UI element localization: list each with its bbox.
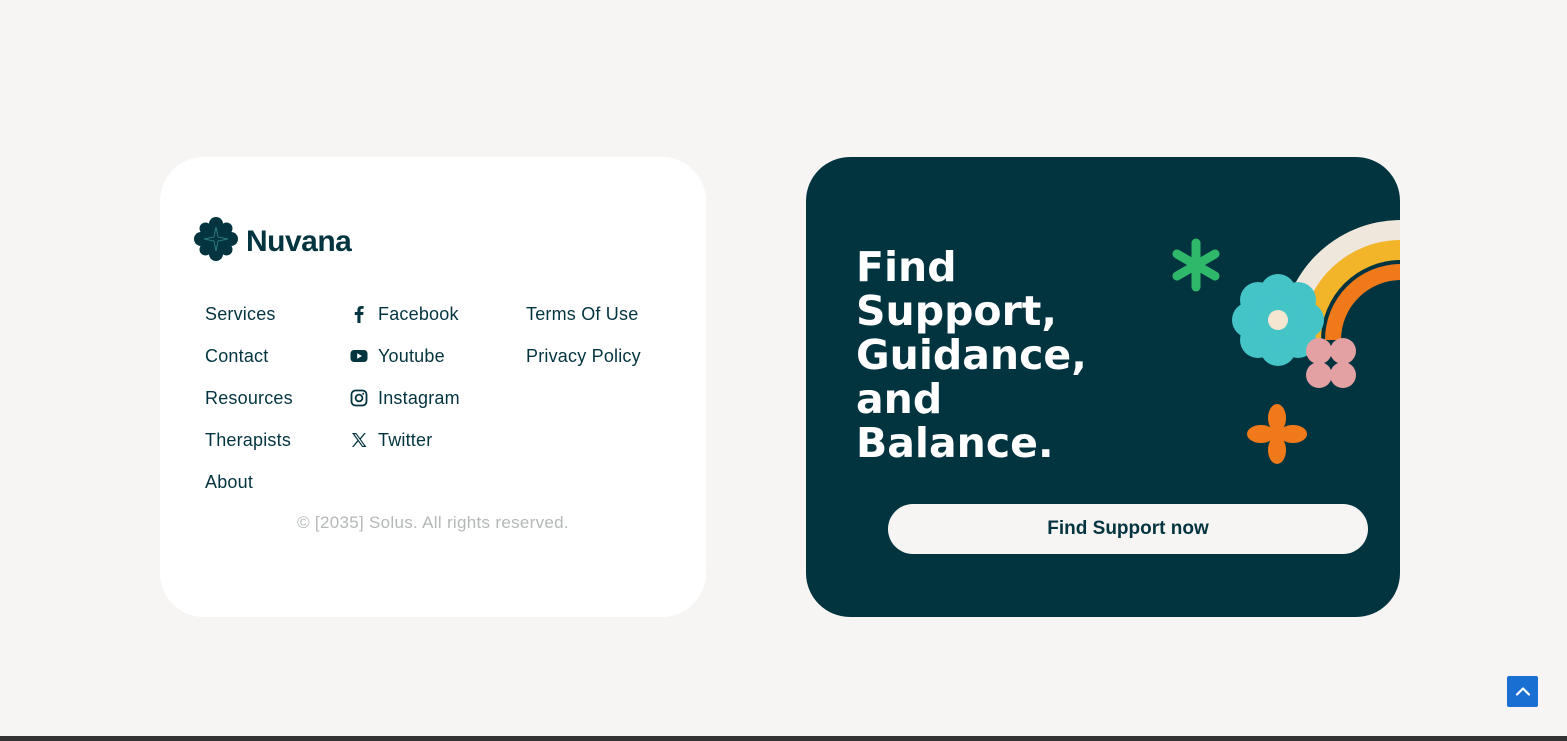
facebook-icon [350,305,368,323]
social-label: Facebook [378,303,459,324]
nav-link-therapists[interactable]: Therapists [205,419,293,461]
social-link-facebook[interactable]: Facebook [350,293,460,335]
social-link-instagram[interactable]: Instagram [350,377,460,419]
cta-heading-line: Balance. [856,419,1054,467]
nav-column-pages: Services Contact Resources Therapists Ab… [205,293,293,503]
cta-heading-line: Support, [856,287,1057,335]
cta-card: Find Support, Guidance, and Balance. Fin… [806,157,1400,617]
cta-heading-line: and [856,375,943,423]
cta-heading-line: Guidance, [856,331,1087,379]
nav-link-resources[interactable]: Resources [205,377,293,419]
footer-section: Nuvana Services Contact Resources Therap… [0,0,1567,741]
flowers-rainbow-illustration [1172,220,1400,464]
orange-flower-icon [1247,404,1307,464]
social-link-youtube[interactable]: Youtube [350,335,460,377]
scroll-to-top-button[interactable] [1507,676,1538,707]
arrow-up-icon [1515,686,1530,696]
social-link-twitter[interactable]: Twitter [350,419,460,461]
nav-link-terms[interactable]: Terms Of Use [526,293,641,335]
copyright-text: © [2035] Solus. All rights reserved. [297,513,569,532]
nav-column-legal: Terms Of Use Privacy Policy [526,293,641,377]
social-label: Twitter [378,429,433,450]
nav-link-contact[interactable]: Contact [205,335,293,377]
bottom-bar [0,736,1567,741]
youtube-icon [350,347,368,365]
brand-name: Nuvana [246,224,352,258]
find-support-button[interactable]: Find Support now [888,504,1368,554]
x-twitter-icon [350,431,368,449]
social-label: Youtube [378,345,445,366]
cta-heading-line: Find [856,243,957,291]
nuvana-logo-icon [194,217,238,266]
instagram-icon [350,389,368,407]
cta-heading: Find Support, Guidance, and Balance. [856,245,1156,465]
nav-link-privacy[interactable]: Privacy Policy [526,335,641,377]
nav-column-social: Facebook Youtube Instagram Twitter [350,293,460,461]
nav-link-about[interactable]: About [205,461,293,503]
green-asterisk-icon [1172,238,1220,292]
social-label: Instagram [378,387,460,408]
pink-clover-icon [1306,338,1356,388]
footer-nav-card: Nuvana Services Contact Resources Therap… [160,157,706,617]
brand-logo[interactable]: Nuvana [194,217,352,266]
nav-link-services[interactable]: Services [205,293,293,335]
